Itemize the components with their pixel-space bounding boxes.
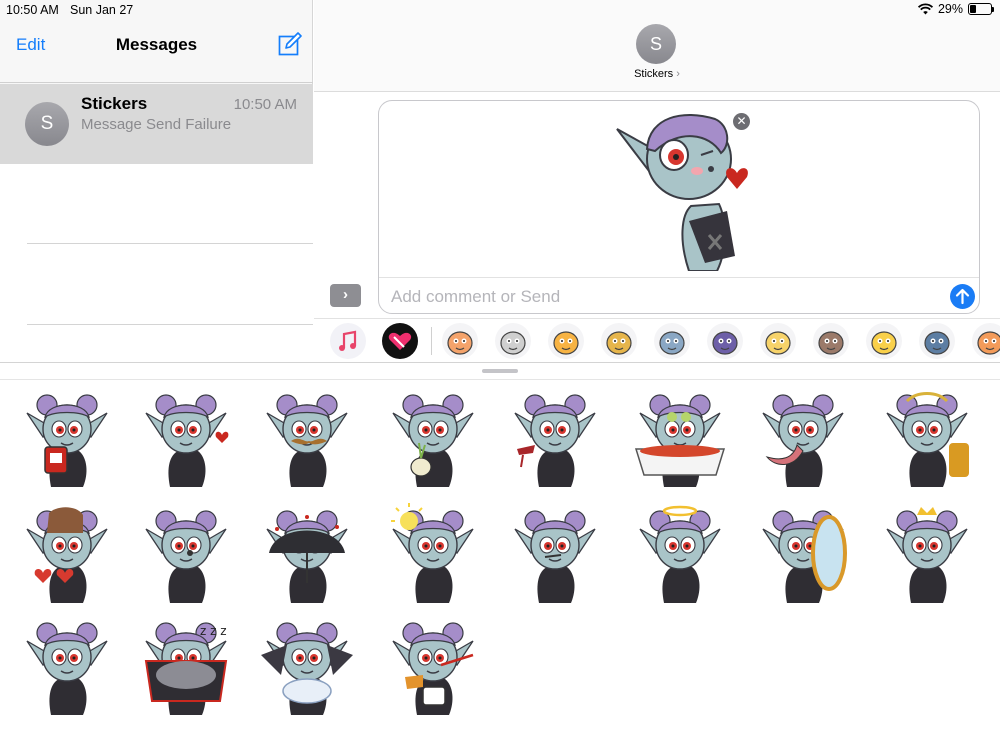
conversation-time: 10:50 AM [233, 96, 297, 113]
sticker-vampire-bat[interactable] [257, 615, 357, 715]
sticker-vampire-hearts[interactable] [17, 503, 117, 603]
sticker-vampire-bath[interactable] [630, 387, 730, 487]
sticker-vampire-mustache[interactable] [257, 387, 357, 487]
sticker-vampire-laurel[interactable] [877, 387, 977, 487]
list-divider [27, 324, 313, 325]
sticker-vampire-smirk[interactable] [505, 503, 605, 603]
fox-sticker-app-icon[interactable] [548, 323, 584, 359]
chevron-right-icon: › [676, 68, 680, 80]
compose-box: ✕ [378, 100, 980, 314]
status-right: 29% [917, 2, 994, 16]
music-app-icon[interactable] [330, 323, 366, 359]
raccoon-sticker-app-icon[interactable] [813, 323, 849, 359]
sticker-vampire-crown[interactable] [877, 503, 977, 603]
wifi-icon [917, 3, 933, 15]
panel-divider [0, 379, 1000, 380]
attached-sticker-image [616, 113, 748, 271]
list-divider [27, 243, 313, 244]
battery-fill [970, 5, 976, 13]
panel-grabber[interactable] [482, 369, 518, 373]
status-bar: 10:50 AM Sun Jan 27 29% [0, 0, 1000, 20]
status-date: Sun Jan 27 [70, 3, 134, 17]
sticker-vampire-tongue[interactable] [753, 387, 853, 487]
compose-divider [379, 277, 979, 278]
sticker-vampire-halo[interactable] [630, 503, 730, 603]
contact-name-label[interactable]: Stickers › [314, 68, 1000, 80]
send-button[interactable] [950, 284, 975, 309]
compose-icon[interactable] [278, 32, 302, 56]
page-title: Messages [115, 35, 198, 54]
sticker-vampire-stare[interactable] [17, 615, 117, 715]
app-drawer [314, 318, 1000, 362]
close-icon: ✕ [736, 114, 747, 128]
battery-icon [968, 3, 994, 15]
sticker-vampire-sick[interactable] [383, 615, 483, 715]
sticker-vampire-whistle[interactable] [136, 503, 236, 603]
monster-sticker-app-icon[interactable] [601, 323, 637, 359]
chick-sticker-app-icon[interactable] [866, 323, 902, 359]
sticker-vampire-kiss[interactable] [136, 387, 236, 487]
bat-sticker-app-icon[interactable] [654, 323, 690, 359]
conversation-preview: Message Send Failure [81, 116, 232, 133]
remove-sticker-button[interactable]: ✕ [733, 113, 750, 130]
conversation-name: Stickers [81, 94, 148, 113]
bear-sticker-app-icon[interactable] [442, 323, 478, 359]
list-header: Edit Messages [0, 20, 313, 83]
sticker-vampire-sun[interactable] [383, 503, 483, 603]
digital-touch-app-icon[interactable] [382, 323, 418, 359]
conversation-pane: S Stickers › › ✕ [314, 0, 1000, 362]
contact-name: Stickers [634, 68, 674, 80]
sticker-vampire-umbrella[interactable] [257, 503, 357, 603]
cat-sticker-app-icon[interactable] [495, 323, 531, 359]
svg-text:z z z: z z z [200, 624, 227, 638]
sticker-vampire-coffin-sleep[interactable]: z z z [136, 615, 236, 715]
chevron-right-icon: › [343, 286, 348, 303]
arrow-up-icon [955, 288, 970, 305]
sticker-vampire-wine[interactable] [505, 387, 605, 487]
status-time: 10:50 AM [6, 3, 59, 17]
app-drawer-separator [431, 327, 432, 355]
conversation-row[interactable]: S Stickers 10:50 AM Message Send Failure [0, 84, 313, 164]
contact-avatar[interactable]: S [636, 24, 676, 64]
sticker-vampire-blood-bag[interactable] [17, 387, 117, 487]
sticker-vampire-garlic[interactable] [383, 387, 483, 487]
fox2-sticker-app-icon[interactable] [972, 323, 1000, 359]
expand-apps-button[interactable]: › [330, 284, 361, 307]
comment-input[interactable] [391, 287, 931, 307]
sticker-panel: z z z [0, 362, 1000, 750]
avatar: S [25, 102, 69, 146]
person-sticker-app-icon[interactable] [919, 323, 955, 359]
empty-list-area [0, 164, 313, 362]
battery-percent: 29% [937, 2, 963, 16]
sun-sticker-app-icon[interactable] [760, 323, 796, 359]
sticker-vampire-mirror[interactable] [753, 503, 853, 603]
clown-sticker-app-icon[interactable] [707, 323, 743, 359]
conversation-list-pane: Edit Messages S Stickers 10:50 AM Messag… [0, 0, 313, 362]
